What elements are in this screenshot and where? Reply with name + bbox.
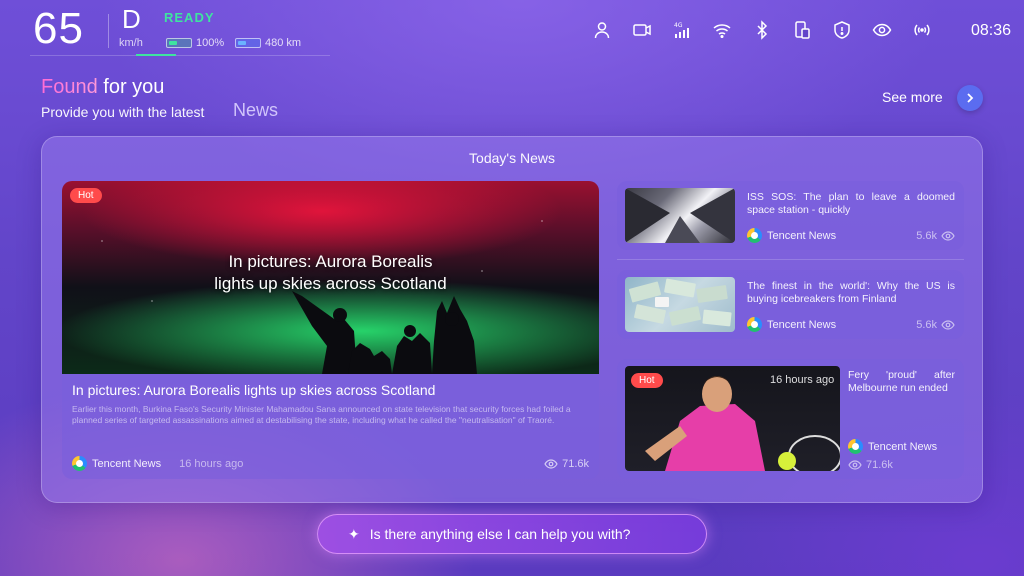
featured-meta: Tencent News 16 hours ago 71.6k — [72, 456, 589, 471]
news-item-source: Tencent News — [767, 318, 837, 331]
news-item-source: Tencent News — [868, 440, 938, 453]
news-item-title: ISS SOS: The plan to leave a doomed spac… — [747, 191, 955, 216]
user-icon[interactable] — [592, 20, 612, 40]
eye-icon — [941, 230, 955, 241]
bluetooth-icon[interactable] — [752, 20, 772, 40]
news-item-views: 71.6k — [848, 459, 893, 471]
see-more-link[interactable]: See more — [882, 89, 943, 105]
news-item[interactable]: Hot 16 hours ago Fery 'proud' after Melb… — [617, 359, 964, 479]
battery-level: 100% — [196, 37, 225, 49]
battery-icon — [166, 38, 192, 48]
tencent-news-logo-icon — [747, 317, 762, 332]
system-icons: 4G — [592, 20, 932, 40]
range-value: 480 km — [265, 37, 302, 49]
assistant-prompt-bar[interactable]: ✦ Is there anything else I can help you … — [317, 514, 707, 554]
people-silhouette — [292, 291, 477, 374]
chevron-right-icon — [967, 93, 974, 103]
featured-headline[interactable]: In pictures: Aurora Borealis lights up s… — [72, 382, 435, 398]
featured-news-card[interactable]: In pictures: Aurora Borealis lights up s… — [62, 181, 599, 479]
tencent-news-logo-icon — [848, 439, 863, 454]
news-item-views-count: 71.6k — [866, 459, 893, 471]
featured-views: 71.6k — [544, 458, 589, 470]
clock: 08:36 — [970, 22, 1011, 39]
section-title-highlight: Found — [41, 76, 98, 98]
news-item-title: The finest in the world': Why the US is … — [747, 280, 955, 305]
space-station-illustration — [625, 188, 735, 243]
featured-overlay-line1: In pictures: Aurora Borealis — [228, 252, 433, 271]
status-underline — [30, 55, 330, 56]
shield-icon[interactable] — [832, 20, 852, 40]
range-indicator: 480 km — [235, 37, 301, 49]
news-item-meta: Tencent News — [848, 439, 958, 454]
tencent-news-logo-icon — [72, 456, 87, 471]
news-divider — [617, 259, 964, 260]
section-subtitle: Provide you with the latest — [41, 104, 205, 120]
eye-icon — [544, 458, 558, 469]
featured-source: Tencent News — [92, 457, 162, 470]
gear-indicator: D — [122, 4, 141, 34]
news-item[interactable]: ISS SOS: The plan to leave a doomed spac… — [617, 181, 964, 250]
range-battery-icon — [235, 38, 261, 48]
4g-signal-icon: 4G — [672, 20, 692, 40]
news-panel: Today's News In pictures: Aurora Boreali… — [41, 136, 983, 503]
eye-icon — [848, 460, 862, 470]
camera-icon[interactable] — [632, 20, 652, 40]
status-bar: 65 D READY km/h 100% 480 km 4G 08:36 — [0, 0, 1024, 62]
broadcast-icon[interactable] — [912, 20, 932, 40]
news-item-title: Fery 'proud' after Melbourne run ended — [848, 369, 955, 394]
featured-overlay-line2: lights up skies across Scotland — [214, 274, 447, 293]
featured-views-count: 71.6k — [562, 457, 589, 470]
featured-time: 16 hours ago — [179, 457, 244, 470]
battery-indicator: 100% — [166, 37, 224, 49]
assistant-prompt-text: Is there anything else I can help you wi… — [369, 526, 631, 542]
section-title-rest: for you — [97, 76, 165, 98]
wifi-icon[interactable] — [712, 20, 732, 40]
speed-readout: 65 — [33, 4, 84, 53]
news-item-views-count: 5.6k — [916, 318, 937, 331]
banknotes-illustration — [628, 278, 732, 327]
news-item-time: 16 hours ago — [770, 374, 835, 386]
hot-badge: Hot — [631, 373, 663, 388]
section-title: Found for you — [41, 76, 164, 99]
news-item-source: Tencent News — [767, 229, 837, 242]
sparkle-icon: ✦ — [348, 525, 360, 542]
news-thumbnail — [625, 277, 735, 332]
eye-icon — [941, 319, 955, 330]
speed-unit: km/h — [119, 37, 143, 49]
news-item-views-count: 5.6k — [916, 229, 937, 242]
eye-icon[interactable] — [872, 20, 892, 40]
section-category: News — [233, 100, 279, 120]
news-thumbnail: Hot 16 hours ago — [625, 366, 840, 471]
featured-news-image: In pictures: Aurora Borealis lights up s… — [62, 181, 599, 374]
news-item-meta: Tencent News 5.6k — [747, 228, 955, 243]
news-item-views: 5.6k — [916, 230, 955, 242]
phone-connect-icon[interactable] — [792, 20, 812, 40]
news-item-meta: Tencent News 5.6k — [747, 317, 955, 332]
status-underline-accent — [136, 54, 176, 56]
svg-text:4G: 4G — [674, 22, 683, 29]
news-item-views: 5.6k — [916, 319, 955, 331]
panel-title: Today's News — [469, 150, 555, 166]
ready-status: READY — [164, 10, 215, 25]
news-item[interactable]: The finest in the world': Why the US is … — [617, 270, 964, 339]
news-thumbnail — [625, 188, 735, 243]
tencent-news-logo-icon — [747, 228, 762, 243]
speed-divider — [108, 14, 109, 48]
featured-overlay-title: In pictures: Aurora Borealis lights up s… — [62, 251, 599, 295]
hot-badge: Hot — [70, 188, 102, 203]
see-more-button[interactable] — [957, 85, 983, 111]
featured-summary: Earlier this month, Burkina Faso's Secur… — [72, 404, 571, 425]
